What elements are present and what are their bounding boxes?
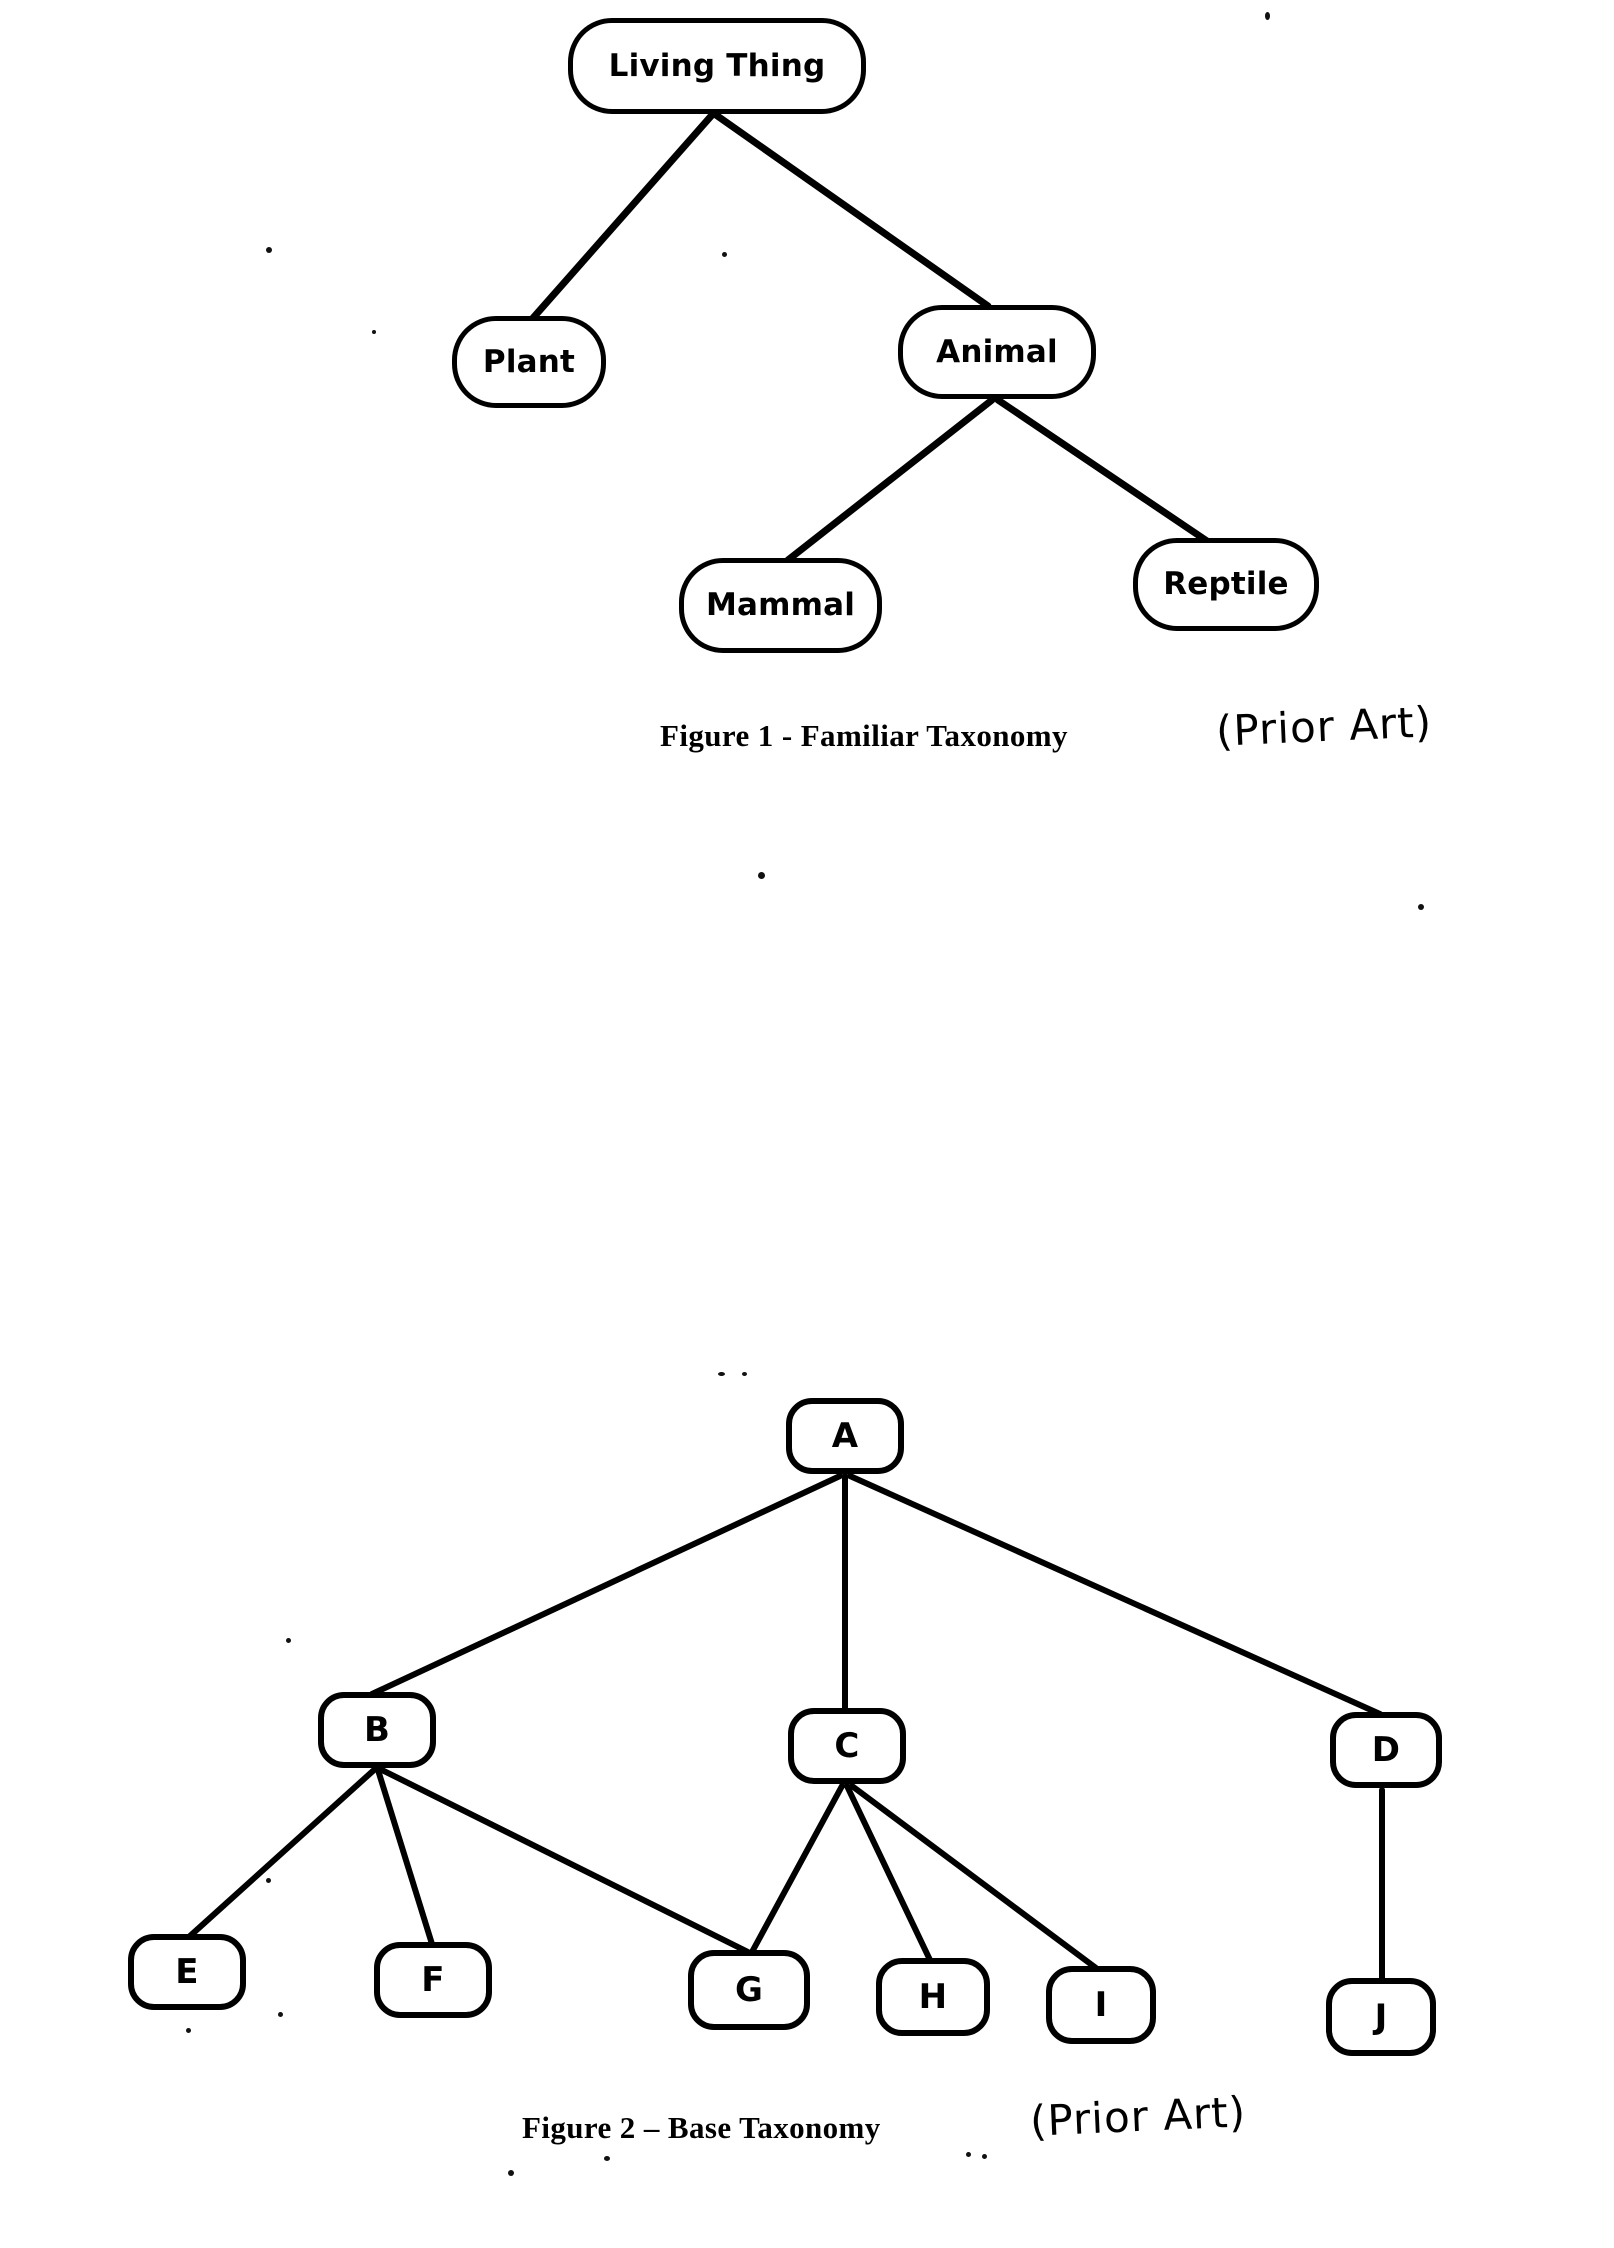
node-e[interactable]: E bbox=[128, 1934, 246, 2010]
edge-animal-reptile bbox=[994, 396, 1211, 545]
node-e-label: E bbox=[175, 1952, 199, 1992]
node-c[interactable]: C bbox=[788, 1708, 906, 1784]
scan-speck bbox=[966, 2152, 971, 2157]
edge-c-h bbox=[844, 1783, 933, 1963]
scan-speck bbox=[982, 2154, 987, 2159]
node-d[interactable]: D bbox=[1330, 1712, 1442, 1788]
node-g-label: G bbox=[734, 1970, 764, 2010]
scan-speck bbox=[758, 872, 765, 879]
scan-speck bbox=[186, 2028, 191, 2033]
edge-b-e bbox=[187, 1767, 377, 1939]
figure-2-handwritten-annotation: (Prior Art) bbox=[1029, 2087, 1248, 2146]
node-plant[interactable]: Plant bbox=[452, 316, 606, 408]
node-j[interactable]: J bbox=[1326, 1978, 1436, 2056]
edge-a-b bbox=[369, 1473, 843, 1697]
figure-2-edge-layer bbox=[187, 1473, 1385, 1983]
edge-b-f bbox=[375, 1767, 435, 1947]
node-i-label: I bbox=[1094, 1985, 1108, 2025]
scan-speck bbox=[508, 2170, 514, 2176]
edge-a-d bbox=[847, 1473, 1383, 1717]
node-f[interactable]: F bbox=[374, 1942, 492, 2018]
node-plant-label: Plant bbox=[482, 343, 576, 380]
node-d-label: D bbox=[1371, 1730, 1401, 1770]
node-j-label: J bbox=[1374, 1997, 1388, 2037]
node-a[interactable]: A bbox=[786, 1398, 904, 1474]
node-c-label: C bbox=[834, 1726, 860, 1766]
node-animal-label: Animal bbox=[936, 333, 1058, 370]
edge-c-i bbox=[849, 1783, 1099, 1971]
node-i[interactable]: I bbox=[1046, 1966, 1156, 2044]
scan-speck bbox=[1265, 12, 1270, 20]
node-living-thing-label: Living Thing bbox=[608, 47, 826, 84]
scan-speck bbox=[718, 1372, 725, 1376]
node-living-thing[interactable]: Living Thing bbox=[568, 18, 866, 114]
node-f-label: F bbox=[421, 1960, 445, 2000]
scan-speck bbox=[742, 1372, 747, 1376]
node-animal[interactable]: Animal bbox=[898, 305, 1096, 399]
node-reptile-label: Reptile bbox=[1163, 566, 1289, 602]
edge-animal-mammal bbox=[784, 396, 996, 564]
node-b[interactable]: B bbox=[318, 1692, 436, 1768]
edge-c-g bbox=[749, 1783, 845, 1955]
node-a-label: A bbox=[831, 1416, 859, 1456]
figure-1-caption: Figure 1 - Familiar Taxonomy bbox=[660, 718, 1068, 753]
node-b-label: B bbox=[363, 1710, 391, 1750]
scan-speck bbox=[722, 252, 727, 257]
scan-speck bbox=[286, 1638, 291, 1643]
scan-speck bbox=[266, 1878, 271, 1883]
scan-speck bbox=[372, 330, 376, 334]
node-reptile[interactable]: Reptile bbox=[1133, 538, 1319, 631]
figure-1-edge-layer bbox=[529, 111, 1211, 564]
node-h[interactable]: H bbox=[876, 1958, 990, 2036]
node-mammal[interactable]: Mammal bbox=[679, 558, 882, 653]
edge-b-g bbox=[379, 1767, 751, 1955]
figure-1-handwritten-annotation: (Prior Art) bbox=[1215, 697, 1434, 756]
scan-speck bbox=[604, 2156, 610, 2161]
figure-2-caption: Figure 2 – Base Taxonomy bbox=[522, 2110, 881, 2145]
edge-living-thing-plant bbox=[529, 111, 716, 322]
scan-speck bbox=[266, 247, 272, 253]
scan-speck bbox=[1418, 904, 1424, 910]
document-page: Living Thing Plant Animal Mammal Reptile… bbox=[0, 0, 1614, 2248]
node-g[interactable]: G bbox=[688, 1950, 810, 2030]
edge-living-thing-animal bbox=[712, 111, 992, 310]
scan-speck bbox=[278, 2012, 283, 2017]
node-mammal-label: Mammal bbox=[705, 587, 856, 623]
node-h-label: H bbox=[918, 1977, 948, 2017]
